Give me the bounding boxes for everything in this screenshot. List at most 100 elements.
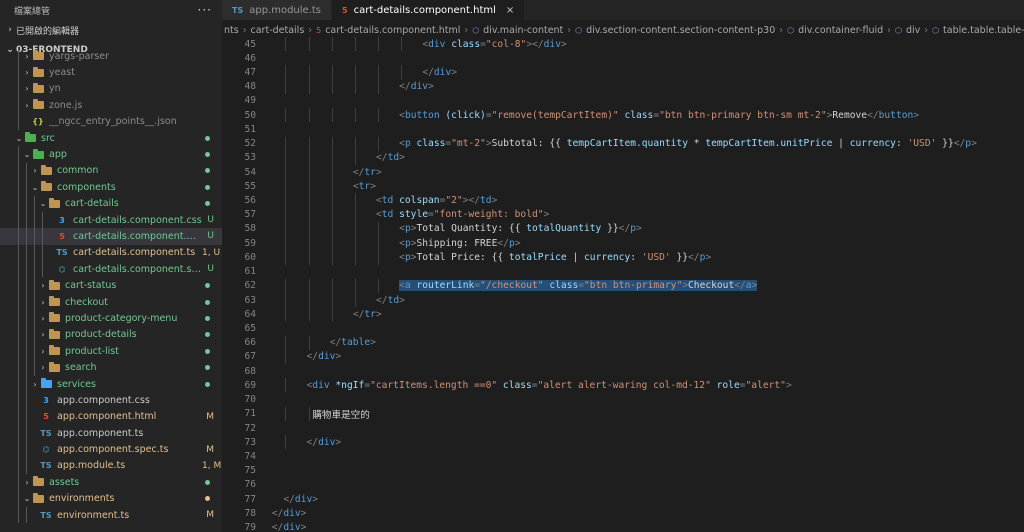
open-editors-section[interactable]: › 已開啟的編輯器 — [0, 20, 222, 40]
indent-guide — [308, 406, 310, 421]
code-line: 46 — [222, 51, 1024, 65]
breadcrumb-item[interactable]: ⬡ div.section-content.section-content-p30… — [575, 25, 787, 36]
breadcrumb-item[interactable]: 5 cart-details.component.html › — [316, 25, 472, 36]
html-file-icon: 5 — [342, 5, 348, 15]
breadcrumb-item[interactable]: ⬡table.table.table-borde — [932, 25, 1024, 36]
tree-item[interactable]: › assets — [0, 474, 222, 491]
folder-icon — [48, 279, 60, 291]
code-token: 'USD' — [907, 138, 937, 150]
chevron-right-icon: › — [242, 24, 247, 36]
code-token: class — [618, 109, 654, 121]
tree-item[interactable]: ⌄ app — [0, 146, 222, 163]
tree-item[interactable]: 5 cart-details.component.html U — [0, 228, 222, 245]
code-line: 60 <p>Total Price: {{ totalPrice | curren… — [222, 250, 1024, 265]
tree-item[interactable]: › product-category-menu — [0, 310, 222, 327]
code-text: </div> — [307, 437, 342, 448]
code-line: 74 — [222, 449, 1024, 463]
code-content: <td style="font-weight: bold"> — [376, 209, 549, 220]
breadcrumb-item[interactable]: cart-details › — [251, 25, 317, 36]
explorer-header: 檔案總管 ··· — [0, 0, 222, 20]
breadcrumb-item[interactable]: ⬡ div.container-fluid › — [787, 25, 895, 36]
code-token: > — [636, 223, 642, 235]
tree-item-label: app — [49, 149, 67, 161]
code-line: 49 — [222, 94, 1024, 108]
indent-guide — [18, 457, 19, 475]
tree-item[interactable]: 5 app.component.html M — [0, 408, 222, 425]
git-status-dot — [205, 315, 210, 321]
code-view[interactable]: 45 <div class="col-8"></div> 46 47 </div> 48 <… — [222, 37, 1024, 532]
git-status-badge: U — [207, 215, 214, 226]
code-token: * — [687, 138, 706, 150]
json-file-icon: {} — [32, 117, 44, 127]
tree-item[interactable]: ⌄ src — [0, 130, 222, 146]
code-token: td — [381, 195, 394, 207]
folder-icon — [48, 345, 60, 356]
tab-cart-details-component-html[interactable]: 5 cart-details.component.html × — [332, 0, 526, 20]
indent-guide — [285, 193, 287, 208]
code-token: > — [335, 436, 342, 448]
code-line: 65 — [222, 321, 1024, 335]
code-text: </td> — [376, 295, 405, 306]
tree-item[interactable]: 3 cart-details.component.css U — [0, 211, 222, 229]
breadcrumb-item[interactable]: nts › — [224, 25, 251, 36]
line-number: 62 — [244, 280, 256, 292]
code-token: Remove — [832, 109, 868, 121]
tree-item[interactable]: {} __ngcc_entry_points__.json — [0, 113, 222, 130]
indent-guide — [18, 80, 19, 98]
code-text: <td style="font-weight: bold"> — [376, 209, 549, 220]
folder-icon — [48, 361, 60, 373]
tree-item[interactable]: TS app.component.ts — [0, 424, 222, 442]
indent-guide — [18, 162, 19, 180]
code-text: <button (click)="remove(tempCartItem)" c… — [399, 110, 919, 121]
code-token: 購物車是空的 — [312, 409, 370, 421]
tree-item[interactable]: › yargs-parser — [0, 48, 222, 65]
tree-item[interactable]: › zone.js — [0, 97, 222, 114]
tree-item-label: yeast — [49, 67, 75, 79]
more-actions-icon[interactable]: ··· — [198, 3, 212, 17]
tree-item[interactable]: ⌬ app.component.spec.ts M — [0, 441, 222, 458]
indent-guide — [26, 441, 27, 458]
code-token: div — [318, 351, 336, 363]
tree-item[interactable]: ⌄ environments — [0, 490, 222, 507]
code-token: </ — [271, 522, 284, 532]
tree-item[interactable]: ⌄ components — [0, 179, 222, 196]
tree-item[interactable]: › cart-status — [0, 277, 222, 294]
code-content: <div class="col-8"></div> — [422, 39, 566, 50]
code-text: </tr> — [353, 167, 382, 178]
tree-item[interactable]: › checkout — [0, 293, 222, 311]
tree-item[interactable]: TS app.module.ts 1, M — [0, 457, 222, 475]
close-icon[interactable]: × — [506, 5, 514, 16]
code-token: totalPrice — [508, 251, 567, 263]
chevron-right-icon: › — [33, 166, 37, 176]
tree-item[interactable]: 3 app.component.css — [0, 392, 222, 409]
folder-icon — [32, 50, 44, 61]
indent-guide — [331, 193, 333, 208]
tree-item[interactable]: › common — [0, 162, 222, 180]
indent-guide — [308, 207, 310, 222]
line-number: 73 — [244, 436, 256, 448]
code-token: </ — [376, 152, 388, 164]
code-line: 70 — [222, 392, 1024, 406]
line-number: 67 — [244, 351, 256, 363]
tab-app-module-ts[interactable]: TS app.module.ts — [222, 0, 333, 20]
tree-item-label: cart-details.component.spec.ts — [73, 263, 202, 275]
tree-item[interactable]: › search — [0, 359, 222, 376]
tree-item[interactable]: › yeast — [0, 64, 222, 81]
tree-item[interactable]: › services — [0, 375, 222, 393]
tree-item[interactable]: › product-details — [0, 326, 222, 344]
tree-item[interactable]: ⌄ cart-details — [0, 195, 222, 212]
tree-item[interactable]: › yn — [0, 80, 222, 98]
tree-item[interactable]: TS environment.ts M — [0, 506, 222, 524]
breadcrumb-item[interactable]: ⬡ div › — [895, 25, 932, 36]
indent-guide — [378, 37, 379, 52]
indent-guide — [285, 207, 287, 222]
code-token: tr — [358, 180, 371, 192]
tree-item[interactable]: › product-list — [0, 343, 222, 360]
line-number: 54 — [244, 166, 256, 178]
code-line: 61 — [222, 265, 1024, 279]
code-text: </div> — [283, 494, 318, 505]
tree-item[interactable]: ⌬ cart-details.component.spec.ts U — [0, 261, 222, 278]
folder-icon — [48, 312, 60, 323]
tree-item[interactable]: TS cart-details.component.ts 1, U — [0, 244, 222, 262]
breadcrumb-item[interactable]: ⬡ div.main-content › — [472, 25, 575, 36]
